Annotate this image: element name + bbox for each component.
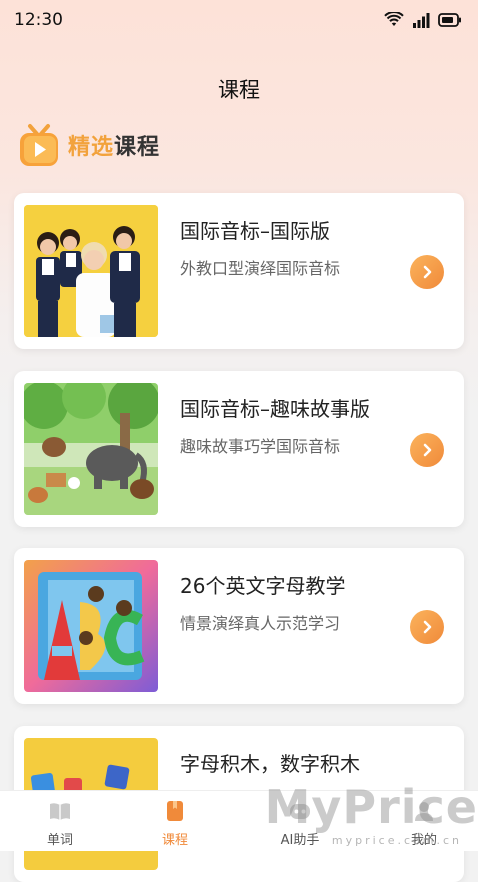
course-title: 字母积木，数字积木	[180, 752, 360, 776]
course-card[interactable]: 国际音标–趣味故事版 趣味故事巧学国际音标	[14, 371, 464, 527]
course-thumbnail	[24, 383, 158, 515]
course-subtitle: 趣味故事巧学国际音标	[180, 437, 341, 456]
section-title-highlight: 精选	[68, 135, 115, 160]
watermark-url: myprice.com.cn	[331, 834, 462, 847]
tv-play-icon	[20, 124, 58, 166]
battery-icon	[438, 13, 461, 27]
course-card[interactable]: 26个英文字母教学 情景演绎真人示范学习	[14, 548, 464, 704]
course-title: 国际音标–国际版	[180, 219, 330, 243]
course-subtitle: 情景演绎真人示范学习	[180, 614, 341, 633]
status-bar: 12:30	[0, 0, 478, 40]
signal-icon	[413, 13, 430, 28]
course-thumbnail	[24, 560, 158, 692]
chevron-right-icon[interactable]	[410, 433, 444, 467]
course-thumbnail	[24, 205, 158, 337]
status-icons	[384, 12, 462, 28]
wifi-icon	[384, 12, 404, 26]
course-title: 26个英文字母教学	[180, 574, 346, 598]
status-time: 12:30	[14, 10, 63, 30]
course-subtitle: 外教口型演绎国际音标	[180, 259, 341, 278]
course-title: 国际音标–趣味故事版	[180, 397, 370, 421]
chevron-right-icon[interactable]	[410, 610, 444, 644]
tab-words[interactable]: 单词	[0, 791, 120, 851]
tab-label: 课程	[161, 833, 188, 848]
book-icon	[50, 803, 70, 820]
section-header: 精选课程	[18, 120, 160, 170]
chevron-right-icon[interactable]	[410, 255, 444, 289]
tab-courses[interactable]: 课程	[115, 791, 235, 851]
section-title: 精选课程	[68, 129, 160, 161]
tab-label: 单词	[46, 833, 73, 848]
watermark-logo: MyPrice	[264, 780, 478, 834]
course-icon	[167, 801, 183, 821]
page-title: 课程	[218, 78, 260, 102]
course-card[interactable]: 国际音标–国际版 外教口型演绎国际音标	[14, 193, 464, 349]
section-title-rest: 课程	[114, 135, 161, 160]
